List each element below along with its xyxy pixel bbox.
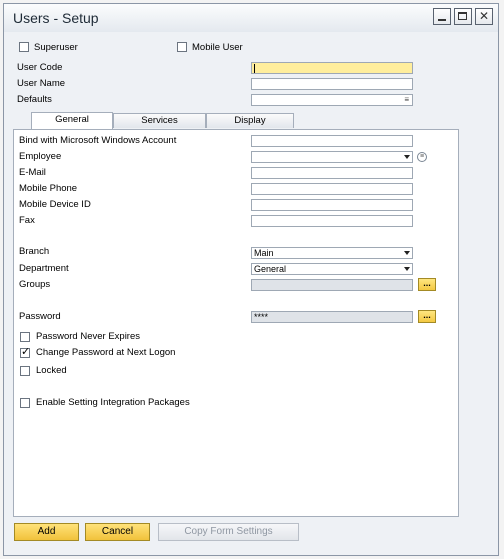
enable-integration-packages-label: Enable Setting Integration Packages [36, 397, 190, 408]
groups-label: Groups [19, 279, 51, 290]
tab-display[interactable]: Display [206, 113, 294, 128]
password-change-button[interactable]: ... [418, 310, 436, 323]
copy-form-settings-button: Copy Form Settings [158, 523, 299, 541]
password-never-expires-checkbox[interactable] [20, 332, 30, 342]
list-circle-icon[interactable]: ≡ [417, 152, 427, 162]
add-button[interactable]: Add [14, 523, 79, 541]
mobile-phone-field[interactable] [251, 183, 413, 195]
email-label: E-Mail [19, 167, 46, 178]
mobile-phone-label: Mobile Phone [19, 183, 78, 194]
password-label: Password [19, 311, 61, 322]
chevron-down-icon [404, 251, 410, 255]
branch-dropdown[interactable]: Main [251, 247, 413, 259]
user-code-label: User Code [17, 62, 63, 73]
change-password-next-logon-checkbox[interactable]: ✓ [20, 346, 31, 358]
locked-label: Locked [36, 365, 67, 376]
defaults-label: Defaults [17, 94, 52, 105]
cancel-button[interactable]: Cancel [85, 523, 150, 541]
groups-field [251, 279, 413, 291]
bind-windows-account-label: Bind with Microsoft Windows Account [19, 135, 177, 146]
branch-label: Branch [19, 246, 50, 257]
password-field: **** [251, 311, 413, 323]
fax-field[interactable] [251, 215, 413, 227]
tab-services[interactable]: Services [113, 113, 206, 128]
superuser-label: Superuser [34, 42, 78, 53]
mobile-user-checkbox[interactable] [177, 42, 187, 52]
tab-general[interactable]: General [31, 112, 113, 129]
bind-windows-account-field[interactable] [251, 135, 413, 147]
defaults-field[interactable]: ≡ [251, 94, 413, 106]
change-password-next-logon-label: Change Password at Next Logon [36, 347, 176, 358]
superuser-checkbox[interactable] [19, 42, 29, 52]
department-label: Department [19, 263, 69, 274]
department-dropdown[interactable]: General [251, 263, 413, 275]
password-never-expires-label: Password Never Expires [36, 331, 141, 342]
user-name-label: User Name [17, 78, 66, 89]
list-icon[interactable]: ≡ [404, 95, 409, 105]
locked-checkbox[interactable] [20, 366, 30, 376]
groups-browse-button[interactable]: ... [418, 278, 436, 291]
fax-label: Fax [19, 215, 35, 226]
window-title: Users - Setup [13, 10, 99, 26]
enable-integration-packages-checkbox[interactable] [20, 398, 30, 408]
minimize-button[interactable] [433, 8, 451, 25]
mobile-device-id-label: Mobile Device ID [19, 199, 91, 210]
maximize-button[interactable] [454, 8, 472, 25]
mobile-user-label: Mobile User [192, 42, 243, 53]
employee-dropdown[interactable] [251, 151, 413, 163]
close-button[interactable] [475, 8, 493, 25]
chevron-down-icon [404, 155, 410, 159]
chevron-down-icon [404, 267, 410, 271]
mobile-device-id-field[interactable] [251, 199, 413, 211]
user-code-field[interactable] [251, 62, 413, 74]
employee-label: Employee [19, 151, 62, 162]
email-field[interactable] [251, 167, 413, 179]
checkmark-icon: ✓ [21, 346, 31, 358]
user-name-field[interactable] [251, 78, 413, 90]
title-bar[interactable]: Users - Setup [4, 4, 498, 32]
